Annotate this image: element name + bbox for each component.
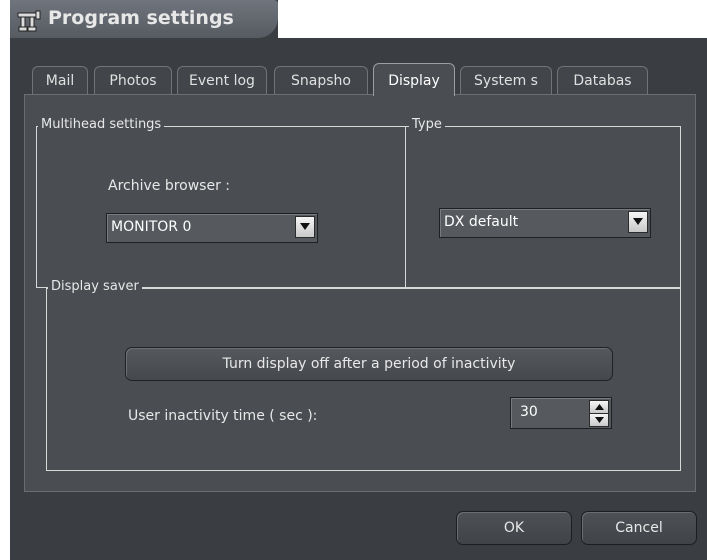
multihead-settings-group: Multihead settings	[36, 117, 406, 288]
triangle-up-icon[interactable]	[589, 400, 609, 414]
archive-browser-value: MONITOR 0	[111, 219, 192, 235]
title-bar[interactable]: Program settings	[10, 0, 278, 38]
triangle-down-icon[interactable]	[589, 413, 609, 427]
program-settings-window: Program settings Mail Photos Event log S…	[10, 0, 707, 560]
tab-display[interactable]: Display	[373, 63, 455, 96]
type-value: DX default	[444, 214, 519, 230]
tab-snapshot[interactable]: Snapsho	[274, 66, 368, 94]
inactivity-time-label: User inactivity time ( sec ):	[128, 408, 318, 424]
window-title: Program settings	[48, 7, 234, 29]
display-saver-label: Display saver	[48, 279, 142, 294]
turn-display-off-toggle[interactable]: Turn display off after a period of inact…	[125, 347, 613, 381]
type-group: Type	[405, 117, 681, 288]
inactivity-time-spinner[interactable]: 30	[510, 397, 612, 429]
type-label: Type	[409, 117, 445, 132]
type-select[interactable]: DX default	[439, 208, 651, 238]
archive-browser-label: Archive browser :	[108, 178, 231, 194]
inactivity-time-value: 30	[520, 404, 538, 420]
archive-browser-select[interactable]: MONITOR 0	[106, 213, 318, 243]
settings-tool-icon	[16, 8, 42, 34]
multihead-settings-label: Multihead settings	[38, 117, 165, 132]
tab-mail[interactable]: Mail	[32, 66, 88, 94]
chevron-down-icon[interactable]	[628, 211, 648, 233]
title-bar-background	[278, 0, 707, 38]
tab-event-log[interactable]: Event log	[177, 66, 267, 94]
tab-system-settings[interactable]: System s	[460, 66, 552, 94]
chevron-down-icon[interactable]	[295, 216, 315, 238]
tab-database[interactable]: Databas	[557, 66, 648, 94]
ok-button[interactable]: OK	[456, 511, 572, 545]
tab-photos[interactable]: Photos	[94, 66, 172, 94]
cancel-button[interactable]: Cancel	[581, 511, 697, 545]
